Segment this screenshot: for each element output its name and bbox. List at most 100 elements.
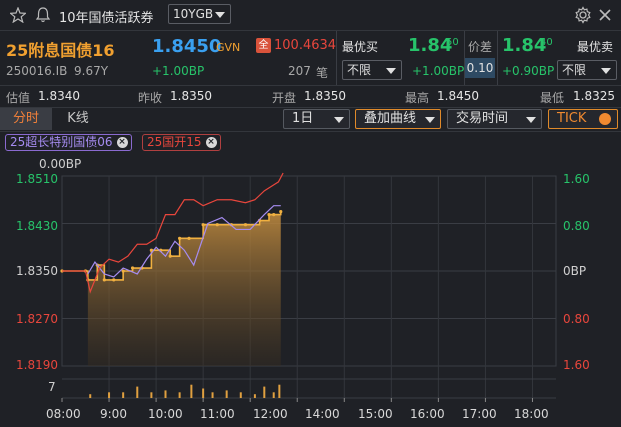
chart-toolbar: 分时 K线 1日 叠加曲线 交易时间 TICK (0, 108, 621, 131)
volume-bar (150, 392, 153, 398)
data-point (279, 210, 283, 214)
prev-close-value: 1.8350 (170, 89, 212, 103)
spread-value: 0.10 (465, 58, 495, 78)
volume-bar (89, 394, 92, 398)
data-point (201, 223, 205, 227)
volume-bar (122, 392, 125, 398)
bond-name: 25附息国债16 (6, 41, 115, 60)
close-icon[interactable]: × (205, 137, 217, 148)
data-point (267, 212, 271, 217)
full-price-badge: 全 (256, 38, 271, 53)
x-tick: 9:00 (100, 407, 127, 421)
quote-panel: 25附息国债16 1.8450 GVN 全 100.4634 250016.IB… (0, 31, 621, 85)
volume-bar (225, 390, 228, 398)
overlay-tags: 25超长特别国债06 × 25国开15 × (0, 132, 621, 154)
data-point (102, 278, 106, 282)
bond-code: 250016.IB (6, 64, 68, 78)
best-bid-label: 最优买 (342, 40, 379, 54)
trade-count-unit: 笔 (316, 66, 329, 80)
volume-tick: 7 (48, 380, 56, 394)
data-point (178, 236, 182, 240)
volume-bar (239, 392, 242, 398)
overlay-tag-label: 25国开15 (147, 135, 202, 149)
x-tick: 10:00 (148, 407, 183, 421)
trade-time-label: 交易时间 (456, 111, 509, 126)
volume-bar (108, 392, 111, 398)
toggle-dot-icon (599, 113, 611, 125)
close-icon[interactable]: × (116, 137, 128, 148)
top-bp-label: 0.00BP (39, 157, 81, 171)
best-bid-sub: 50 (446, 37, 459, 48)
y-tick-right: 0BP (563, 264, 586, 278)
data-point (168, 254, 172, 258)
volume-bar (278, 384, 281, 398)
low-value: 1.8325 (573, 89, 615, 103)
tick-label: TICK (557, 111, 587, 126)
open-value: 1.8350 (304, 89, 346, 103)
y-tick-left: 1.8190 (16, 358, 58, 372)
price-area (87, 211, 281, 366)
bond-selector[interactable]: 10YGB (168, 4, 231, 24)
stats-row: 估值 1.8340 昨收 1.8350 开盘 1.8350 最高 1.8450 … (0, 86, 621, 107)
overlay-curve-select[interactable]: 叠加曲线 (355, 109, 441, 129)
ask-filter-select[interactable]: 不限 (557, 60, 617, 80)
y-tick-right: 0.80 (563, 312, 590, 326)
x-tick: 17:00 (462, 407, 497, 421)
chevron-down-icon (425, 117, 435, 123)
trade-count: 207 (288, 64, 311, 78)
bid-filter-value: 不限 (347, 63, 372, 77)
x-tick: 15:00 (358, 407, 393, 421)
period-select[interactable]: 1日 (283, 109, 350, 129)
bid-change: +1.00BP (412, 64, 465, 78)
best-ask-sub: 40 (540, 37, 553, 48)
tab-kline[interactable]: K线 (52, 108, 104, 130)
data-point (112, 278, 116, 282)
star-icon[interactable] (10, 7, 26, 23)
est-value: 1.8340 (38, 89, 80, 103)
gear-icon[interactable] (574, 6, 592, 24)
overlay-tag-label: 25超长特别国债06 (10, 135, 113, 149)
x-tick: 14:00 (305, 407, 340, 421)
tick-toggle[interactable]: TICK (548, 109, 618, 129)
overlay-tag[interactable]: 25国开15 × (142, 134, 221, 151)
x-tick: 08:00 (46, 407, 81, 421)
volume-bar (253, 394, 256, 398)
x-tick: 18:00 (514, 407, 549, 421)
chevron-down-icon (386, 68, 396, 74)
y-tick-right: 0.80 (563, 219, 590, 233)
chevron-down-icon (526, 117, 536, 123)
price-change: +1.00BP (152, 64, 205, 78)
price-source: GVN (216, 41, 241, 54)
volume-bar (272, 392, 275, 398)
data-point (215, 223, 219, 227)
ask-change: +0.90BP (502, 64, 555, 78)
chevron-down-icon (215, 12, 225, 18)
x-tick: 16:00 (410, 407, 445, 421)
title-bar: 10年国债活跃券 10YGB (0, 0, 621, 30)
full-price: 100.4634 (274, 38, 337, 53)
est-label: 估值 (6, 91, 31, 105)
bond-tenor: 9.67Y (74, 64, 109, 78)
bell-icon[interactable] (35, 6, 51, 23)
open-label: 开盘 (272, 91, 297, 105)
intraday-chart[interactable]: 0.00BP 1.8510 1.8430 1.8350 1.8270 1.819… (0, 154, 621, 427)
low-label: 最低 (540, 91, 565, 105)
x-tick: 12:00 (253, 407, 288, 421)
ask-filter-value: 不限 (562, 63, 587, 77)
trade-time-select[interactable]: 交易时间 (447, 109, 542, 129)
volume-bar (263, 386, 266, 398)
data-point (243, 223, 248, 227)
close-icon[interactable] (598, 8, 612, 22)
data-point (130, 266, 135, 270)
tab-intraday[interactable]: 分时 (0, 108, 52, 130)
high-label: 最高 (405, 91, 430, 105)
bid-filter-select[interactable]: 不限 (342, 60, 402, 80)
overlay-curve-label: 叠加曲线 (364, 111, 417, 126)
chevron-down-icon (601, 68, 611, 74)
volume-bar (178, 392, 181, 398)
last-price: 1.8450 (152, 36, 222, 57)
y-tick-left: 1.8510 (16, 172, 58, 186)
x-tick: 11:00 (200, 407, 235, 421)
overlay-tag[interactable]: 25超长特别国债06 × (5, 134, 132, 151)
data-point (187, 236, 191, 240)
